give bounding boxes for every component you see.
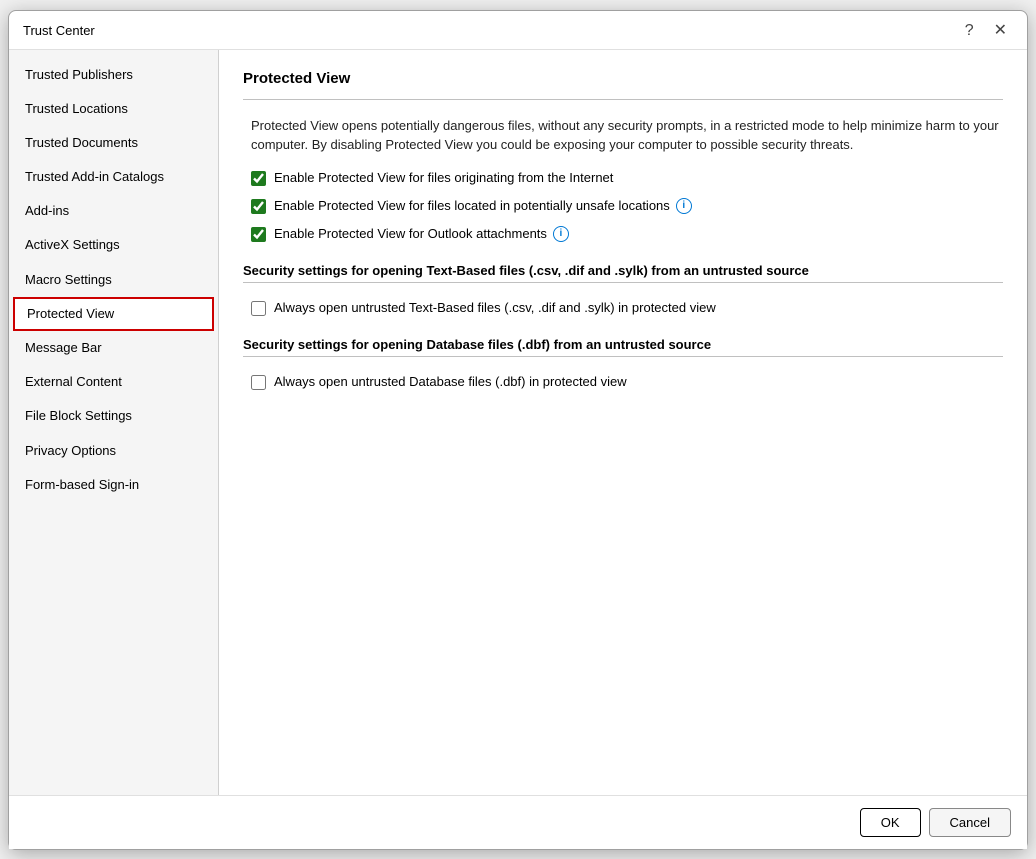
sidebar-item-trusted-add-in-catalogs[interactable]: Trusted Add-in Catalogs — [9, 160, 218, 194]
sidebar-item-trusted-publishers[interactable]: Trusted Publishers — [9, 58, 218, 92]
database-divider — [243, 356, 1003, 357]
sidebar-item-add-ins[interactable]: Add-ins — [9, 194, 218, 228]
checkbox-text-based[interactable] — [251, 301, 266, 316]
sidebar-item-protected-view[interactable]: Protected View — [13, 297, 214, 331]
main-content: Protected View Protected View opens pote… — [219, 50, 1027, 795]
database-section-header: Security settings for opening Database f… — [243, 337, 1003, 352]
checkbox-outlook[interactable] — [251, 227, 266, 242]
info-icon-unsafe-locations[interactable]: i — [676, 198, 692, 214]
sidebar-item-trusted-locations[interactable]: Trusted Locations — [9, 92, 218, 126]
checkbox-row-text-based: Always open untrusted Text-Based files (… — [243, 299, 1003, 317]
cancel-button[interactable]: Cancel — [929, 808, 1011, 837]
text-based-section-header: Security settings for opening Text-Based… — [243, 263, 1003, 278]
sidebar-item-activex-settings[interactable]: ActiveX Settings — [9, 228, 218, 262]
help-button[interactable]: ? — [959, 21, 980, 41]
sidebar-item-external-content[interactable]: External Content — [9, 365, 218, 399]
sidebar-item-message-bar[interactable]: Message Bar — [9, 331, 218, 365]
checkbox-row-database: Always open untrusted Database files (.d… — [243, 373, 1003, 391]
checkbox-outlook-label: Enable Protected View for Outlook attach… — [274, 225, 569, 243]
dialog-title: Trust Center — [23, 23, 95, 38]
section-divider — [243, 99, 1003, 100]
checkbox-internet-label: Enable Protected View for files originat… — [274, 169, 613, 187]
sidebar-item-trusted-documents[interactable]: Trusted Documents — [9, 126, 218, 160]
sidebar-item-form-based-sign-in[interactable]: Form-based Sign-in — [9, 468, 218, 502]
dialog-body: Trusted PublishersTrusted LocationsTrust… — [9, 50, 1027, 795]
checkbox-unsafe-locations[interactable] — [251, 199, 266, 214]
info-icon-outlook[interactable]: i — [553, 226, 569, 242]
sidebar-item-privacy-options[interactable]: Privacy Options — [9, 434, 218, 468]
checkbox-row-internet: Enable Protected View for files originat… — [243, 169, 1003, 187]
title-bar: Trust Center ? ✕ — [9, 11, 1027, 50]
checkbox-internet[interactable] — [251, 171, 266, 186]
footer: OK Cancel — [9, 795, 1027, 849]
text-based-divider — [243, 282, 1003, 283]
description-text: Protected View opens potentially dangero… — [243, 116, 1003, 155]
section-title: Protected View — [243, 70, 1003, 87]
sidebar-item-macro-settings[interactable]: Macro Settings — [9, 263, 218, 297]
checkbox-unsafe-locations-label: Enable Protected View for files located … — [274, 197, 692, 215]
title-bar-controls: ? ✕ — [959, 21, 1013, 41]
close-button[interactable]: ✕ — [988, 21, 1013, 41]
checkbox-text-based-label: Always open untrusted Text-Based files (… — [274, 299, 716, 317]
checkbox-database[interactable] — [251, 375, 266, 390]
trust-center-dialog: Trust Center ? ✕ Trusted PublishersTrust… — [8, 10, 1028, 850]
sidebar: Trusted PublishersTrusted LocationsTrust… — [9, 50, 219, 795]
checkbox-row-outlook: Enable Protected View for Outlook attach… — [243, 225, 1003, 243]
ok-button[interactable]: OK — [860, 808, 921, 837]
sidebar-item-file-block-settings[interactable]: File Block Settings — [9, 399, 218, 433]
checkbox-row-unsafe-locations: Enable Protected View for files located … — [243, 197, 1003, 215]
checkbox-database-label: Always open untrusted Database files (.d… — [274, 373, 627, 391]
